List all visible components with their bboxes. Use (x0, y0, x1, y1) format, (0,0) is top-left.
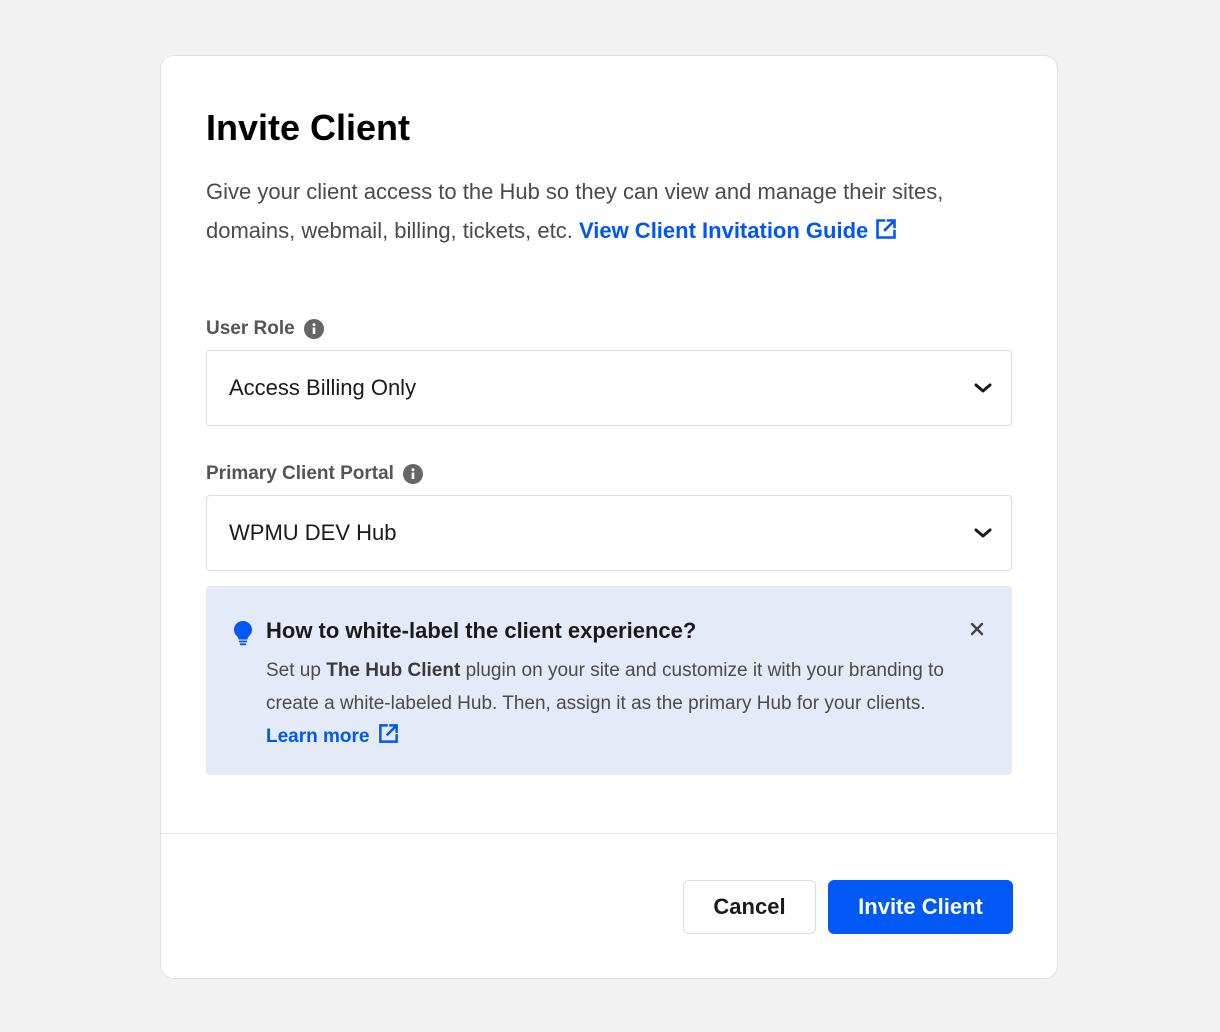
user-role-label: User Role (206, 318, 295, 339)
info-icon[interactable] (303, 319, 324, 339)
lightbulb-icon (232, 620, 254, 651)
footer-divider (161, 833, 1057, 834)
user-role-value: Access Billing Only (229, 375, 417, 400)
user-role-select[interactable]: Access Billing Only (206, 350, 1012, 426)
client-invitation-guide-link[interactable]: View Client Invitation Guide (579, 218, 898, 243)
client-portal-label-row: Primary Client Portal (206, 462, 1012, 486)
chevron-down-icon (973, 520, 993, 546)
notice-title: How to white-label the client experience… (266, 618, 697, 643)
external-link-icon (377, 722, 400, 756)
guide-link-label: View Client Invitation Guide (578, 218, 869, 243)
plugin-name: The Hub Client (326, 660, 461, 681)
modal-footer: Cancel Invite Client (683, 880, 1013, 934)
client-portal-field: Primary Client Portal WPMU DEV Hub (206, 462, 1012, 571)
learn-more-label: Learn more (266, 726, 370, 747)
client-portal-label: Primary Client Portal (206, 463, 394, 484)
notice-text-before: Set up (266, 660, 321, 681)
learn-more-link[interactable]: Learn more (266, 724, 400, 747)
client-portal-select[interactable]: WPMU DEV Hub (206, 495, 1012, 571)
user-role-field: User Role Access Billing Only (206, 317, 1012, 426)
modal-description: Give your client access to the Hub so th… (206, 172, 1006, 253)
client-portal-value: WPMU DEV Hub (229, 520, 397, 545)
white-label-notice: How to white-label the client experience… (206, 586, 1012, 775)
external-link-icon (874, 214, 898, 253)
chevron-down-icon (973, 375, 993, 401)
cancel-button[interactable]: Cancel (683, 880, 816, 934)
notice-text: Set up The Hub Client plugin on your sit… (266, 654, 946, 756)
modal-body: Invite Client Give your client access to… (161, 56, 1057, 775)
close-icon[interactable] (970, 622, 984, 641)
modal-title: Invite Client (206, 107, 411, 148)
info-icon[interactable] (402, 464, 423, 484)
user-role-label-row: User Role (206, 317, 1012, 341)
invite-client-modal: Invite Client Give your client access to… (160, 55, 1058, 979)
invite-client-button[interactable]: Invite Client (828, 880, 1013, 934)
